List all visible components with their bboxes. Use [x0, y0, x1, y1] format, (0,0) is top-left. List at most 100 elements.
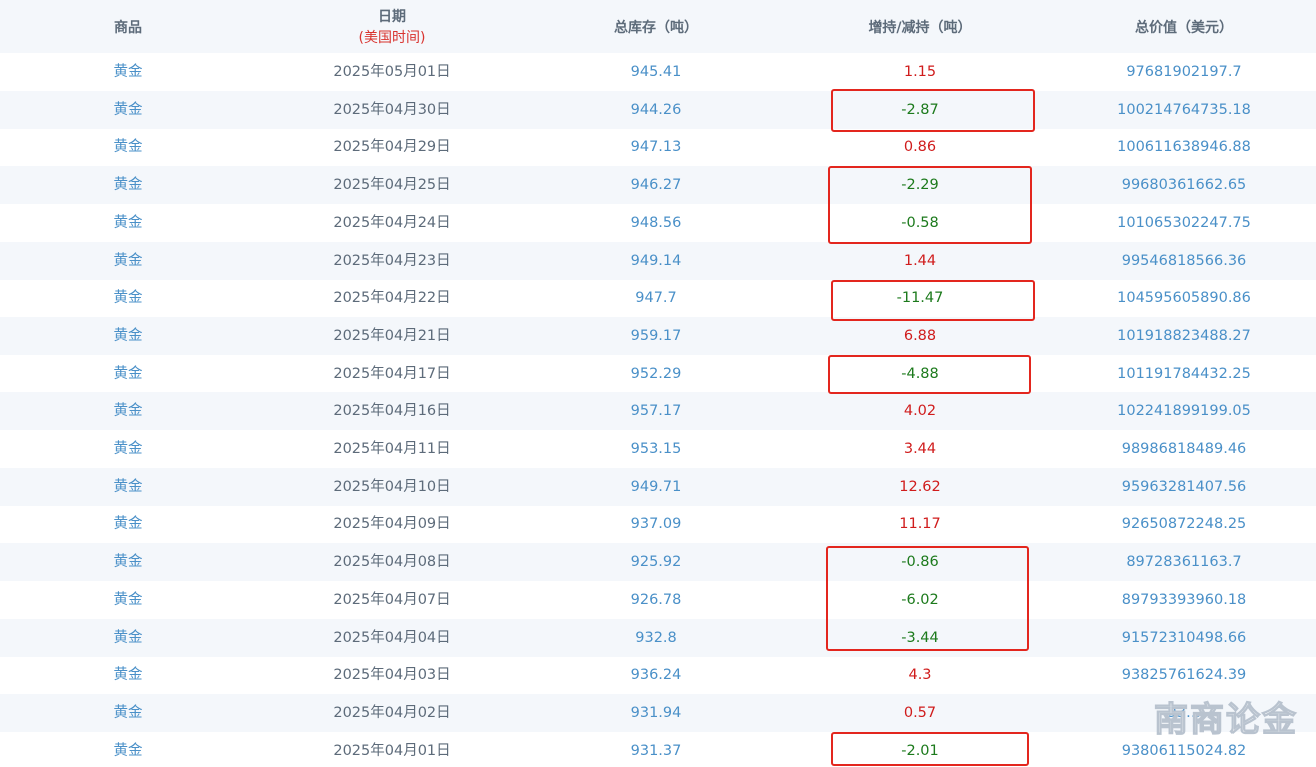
- cell-commodity[interactable]: 黄金: [114, 694, 143, 732]
- cell-value: 95963281407.56: [1121, 478, 1247, 495]
- cell-date: 2025年04月09日: [333, 516, 451, 533]
- table-row: 黄金 2025年04月24日 948.56 -0.58 101065302247.75: [0, 204, 1316, 242]
- table-row: 黄金 2025年04月08日 925.92 -0.86 89728361163.7: [0, 543, 1316, 582]
- cell-date: 2025年04月11日: [333, 441, 451, 457]
- cell-commodity[interactable]: 黄金: [114, 505, 143, 543]
- cell-holdings: 932.8: [635, 629, 677, 646]
- cell-commodity[interactable]: 黄金: [114, 279, 143, 317]
- cell-holdings: 948.56: [630, 214, 682, 231]
- cell-holdings: 945.41: [630, 64, 682, 80]
- header-commodity: 商品: [114, 19, 142, 36]
- cell-value: 97681902197.7: [1126, 64, 1242, 80]
- cell-commodity[interactable]: 黄金: [114, 355, 143, 393]
- cell-commodity[interactable]: 黄金: [114, 656, 143, 694]
- cell-change: 11.17: [899, 516, 941, 533]
- table-row: 黄金 2025年04月09日 937.09 11.17 92650872248.25: [0, 505, 1316, 543]
- cell-change: -11.47: [896, 290, 944, 307]
- table-row: 黄金 2025年04月17日 952.29 -4.88 101191784432.25: [0, 355, 1316, 393]
- cell-value: 98986818489.46: [1121, 441, 1247, 457]
- cell-date: 2025年05月01日: [333, 64, 451, 80]
- cell-change: -2.29: [901, 177, 939, 194]
- cell-change: 0.57: [903, 704, 937, 721]
- cell-commodity[interactable]: 黄金: [114, 204, 143, 242]
- cell-change: 0.86: [903, 139, 937, 156]
- table-row: 黄金 2025年05月01日 945.41 1.15 97681902197.7: [0, 53, 1316, 91]
- cell-change: -0.58: [901, 214, 939, 231]
- cell-commodity[interactable]: 黄金: [114, 581, 143, 619]
- cell-value: 99546818566.36: [1121, 252, 1247, 269]
- cell-change: 6.88: [903, 327, 937, 344]
- watermark: 南商论金: [1153, 699, 1298, 740]
- cell-date: 2025年04月24日: [333, 214, 451, 231]
- cell-holdings: 931.37: [630, 742, 682, 759]
- cell-date: 2025年04月25日: [333, 177, 451, 194]
- gold-holdings-table: 商品 日期 (美国时间) 总库存（吨） 增持/减持（吨） 总价值（美元） 黄金 2…: [0, 0, 1316, 767]
- cell-change: 4.3: [908, 667, 932, 684]
- cell-change: 3.44: [903, 441, 937, 457]
- cell-commodity[interactable]: 黄金: [114, 166, 143, 204]
- cell-commodity[interactable]: 黄金: [114, 543, 143, 581]
- cell-change: -2.87: [901, 101, 939, 118]
- cell-holdings: 959.17: [630, 327, 682, 344]
- cell-date: 2025年04月17日: [333, 365, 451, 382]
- cell-change: 1.44: [903, 252, 937, 269]
- cell-commodity[interactable]: 黄金: [114, 468, 143, 506]
- cell-date: 2025年04月01日: [333, 742, 451, 759]
- cell-commodity[interactable]: 黄金: [114, 242, 143, 280]
- cell-date: 2025年04月07日: [333, 591, 451, 608]
- cell-commodity[interactable]: 黄金: [114, 53, 143, 91]
- cell-date: 2025年04月08日: [333, 554, 451, 571]
- cell-value: 91572310498.66: [1121, 629, 1247, 646]
- cell-commodity[interactable]: 黄金: [114, 430, 143, 468]
- header-holdings: 总库存（吨）: [614, 19, 698, 36]
- table-row: 黄金 2025年04月23日 949.14 1.44 99546818566.36: [0, 241, 1316, 280]
- cell-change: -3.44: [901, 629, 939, 646]
- table-row: 黄金 2025年04月03日 936.24 4.3 93825761624.39: [0, 656, 1316, 694]
- cell-date: 2025年04月30日: [333, 101, 451, 118]
- cell-change: -4.88: [901, 365, 939, 382]
- table-row: 黄金 2025年04月29日 947.13 0.86 100611638946.88: [0, 128, 1316, 166]
- cell-holdings: 926.78: [630, 591, 682, 608]
- cell-value: 100611638946.88: [1117, 139, 1251, 156]
- cell-commodity[interactable]: 黄金: [114, 91, 143, 129]
- cell-date: 2025年04月21日: [333, 327, 451, 344]
- cell-holdings: 957.17: [630, 403, 682, 420]
- cell-date: 2025年04月16日: [333, 403, 451, 420]
- cell-date: 2025年04月02日: [333, 704, 451, 721]
- cell-date: 2025年04月03日: [333, 667, 451, 684]
- cell-holdings: 946.27: [630, 177, 682, 194]
- cell-value: 101191784432.25: [1117, 365, 1251, 382]
- cell-date: 2025年04月23日: [333, 252, 451, 269]
- header-date-label: 日期: [378, 9, 406, 25]
- cell-commodity[interactable]: 黄金: [114, 128, 143, 166]
- cell-change: 4.02: [903, 403, 937, 420]
- cell-date: 2025年04月22日: [333, 290, 451, 307]
- header-change: 增持/减持（吨）: [868, 19, 972, 36]
- cell-change: 12.62: [899, 478, 941, 495]
- header-date: 日期 (美国时间): [359, 0, 426, 53]
- cell-holdings: 953.15: [630, 441, 682, 457]
- cell-holdings: 944.26: [630, 101, 682, 118]
- cell-holdings: 952.29: [630, 365, 682, 382]
- cell-value: 99680361662.65: [1121, 177, 1247, 194]
- cell-holdings: 947.13: [630, 139, 682, 156]
- cell-commodity[interactable]: 黄金: [114, 732, 143, 767]
- cell-holdings: 949.14: [630, 252, 682, 269]
- cell-value: 104595605890.86: [1117, 290, 1251, 307]
- cell-commodity[interactable]: 黄金: [114, 317, 143, 355]
- cell-holdings: 947.7: [635, 290, 677, 307]
- cell-value: 101065302247.75: [1117, 214, 1251, 231]
- cell-change: -0.86: [901, 554, 939, 571]
- table-row: 黄金 2025年04月25日 946.27 -2.29 99680361662.65: [0, 166, 1316, 205]
- cell-value: 100214764735.18: [1117, 101, 1251, 118]
- cell-value: 92650872248.25: [1121, 516, 1247, 533]
- cell-commodity[interactable]: 黄金: [114, 392, 143, 430]
- cell-value: 93825761624.39: [1121, 667, 1247, 684]
- table-row: 黄金 2025年04月04日 932.8 -3.44 91572310498.66: [0, 618, 1316, 657]
- cell-commodity[interactable]: 黄金: [114, 619, 143, 657]
- table-row: 黄金 2025年04月02日 931.94 0.57 93…: [0, 693, 1316, 732]
- cell-holdings: 937.09: [630, 516, 682, 533]
- cell-holdings: 931.94: [630, 704, 682, 721]
- cell-date: 2025年04月29日: [333, 139, 451, 156]
- table-row: 黄金 2025年04月07日 926.78 -6.02 89793393960.18: [0, 581, 1316, 619]
